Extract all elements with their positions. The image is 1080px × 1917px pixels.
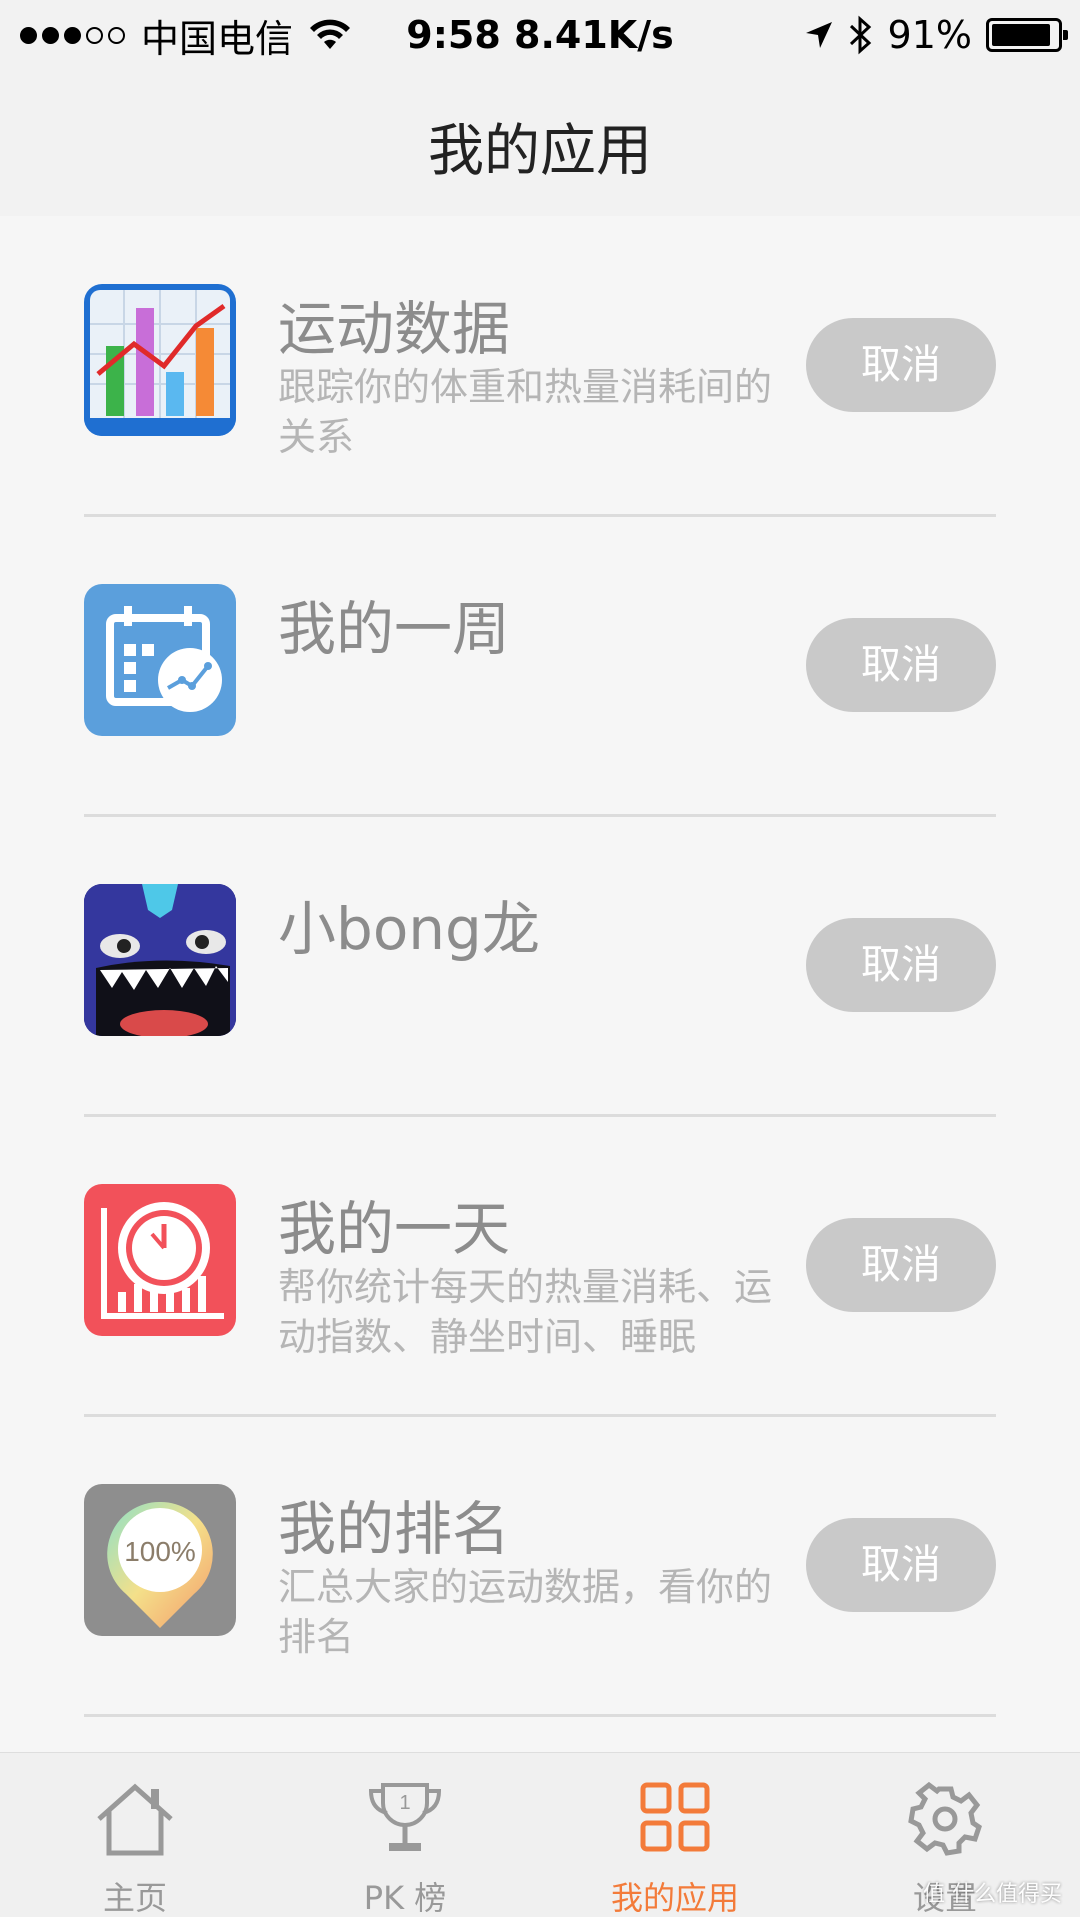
- app-description: 汇总大家的运动数据，看你的排名: [278, 1565, 773, 1659]
- app-name: 我的排名: [278, 1495, 511, 1563]
- app-name: 小bong龙: [278, 895, 540, 963]
- app-name: 我的一周: [278, 595, 511, 663]
- monster-icon: [84, 884, 236, 1036]
- daily-clock-icon: [84, 1184, 236, 1336]
- cancel-button[interactable]: 取消: [806, 318, 996, 412]
- battery-level-fill: [992, 24, 1051, 46]
- list-item-sport-data: 运动数据 跟踪你的体重和热量消耗间的关系 取消: [0, 216, 1080, 517]
- battery-percent: 91%: [887, 13, 972, 57]
- ranking-pin-icon: 100%: [84, 1484, 236, 1636]
- tab-label: 主页: [102, 1879, 167, 1917]
- row-divider: [84, 1714, 996, 1717]
- bluetooth-icon: [849, 15, 871, 55]
- list-item-my-ranking: 100% 我的排名 汇总大家的运动数据，看你的排名 取消: [0, 1416, 1080, 1717]
- cancel-button[interactable]: 取消: [806, 1518, 996, 1612]
- signal-strength-icon: [20, 26, 125, 44]
- tab-home[interactable]: 主页: [0, 1753, 270, 1917]
- cancel-button[interactable]: 取消: [806, 1218, 996, 1312]
- tab-pk-ranking[interactable]: 1 PK 榜: [270, 1753, 540, 1917]
- page-title: 我的应用: [428, 119, 652, 184]
- battery-icon: [986, 18, 1068, 52]
- home-icon: [97, 1783, 173, 1856]
- list-item-my-week: 我的一周 取消: [0, 516, 1080, 817]
- bar-chart-icon: [84, 284, 236, 436]
- weekly-calendar-icon: [84, 584, 236, 736]
- app-description: 跟踪你的体重和热量消耗间的关系: [278, 365, 773, 459]
- carrier-name: 中国电信: [141, 16, 294, 61]
- app-description: 帮你统计每天的热量消耗、运动指数、静坐时间、睡眠: [278, 1265, 773, 1359]
- cancel-button[interactable]: 取消: [806, 618, 996, 712]
- navigation-bar: 我的应用: [0, 70, 1080, 216]
- watermark: 值 什么值得买: [923, 1882, 1062, 1907]
- list-item-my-day: 我的一天 帮你统计每天的热量消耗、运动指数、静坐时间、睡眠 取消: [0, 1116, 1080, 1417]
- tab-label: 我的应用: [610, 1879, 739, 1917]
- app-name: 我的一天: [278, 1195, 511, 1263]
- tab-label: PK 榜: [363, 1879, 447, 1917]
- list-item-little-bong-dragon: 小bong龙 取消: [0, 816, 1080, 1117]
- svg-text:1: 1: [399, 1792, 410, 1814]
- ranking-badge-text: 100%: [124, 1536, 196, 1567]
- tab-bar: 主页 1 PK 榜 我的应用 设置: [0, 1752, 1080, 1917]
- tab-my-apps[interactable]: 我的应用: [540, 1753, 810, 1917]
- trophy-icon: 1: [368, 1783, 442, 1851]
- apps-grid-icon: [640, 1782, 710, 1852]
- location-arrow-icon: [805, 22, 832, 48]
- wifi-icon: [310, 19, 351, 49]
- status-bar: 中国电信 9:58 8.41K/s 91%: [0, 0, 1080, 70]
- cancel-button[interactable]: 取消: [806, 918, 996, 1012]
- gear-icon: [908, 1781, 982, 1856]
- app-name: 运动数据: [278, 295, 511, 363]
